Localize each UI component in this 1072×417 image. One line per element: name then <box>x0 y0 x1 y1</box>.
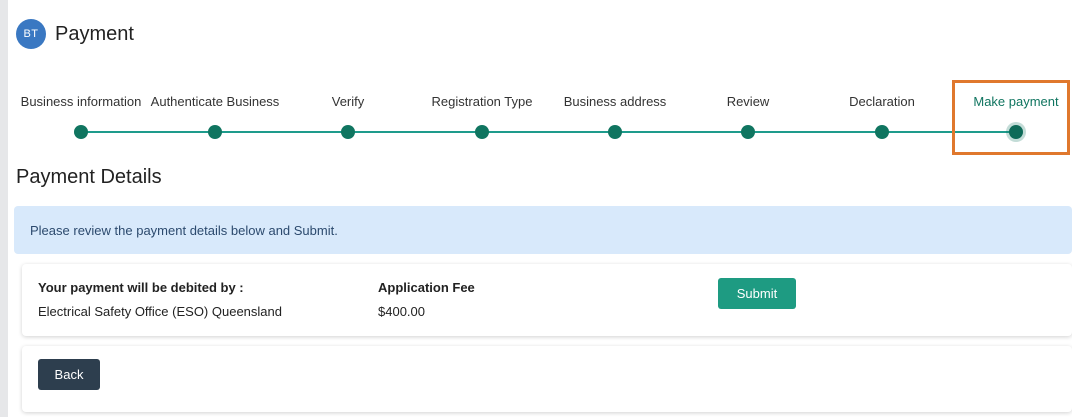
step-review[interactable]: Review <box>678 76 818 139</box>
step-business-address[interactable]: Business address <box>545 76 685 139</box>
step-dot <box>74 125 88 139</box>
application-fee-value: $400.00 <box>378 304 425 319</box>
step-dot <box>741 125 755 139</box>
step-label: Business information <box>20 94 142 109</box>
submit-button[interactable]: Submit <box>718 278 796 309</box>
step-dot <box>608 125 622 139</box>
payment-page: BT Payment Business information Authenti… <box>8 0 1072 417</box>
step-verify[interactable]: Verify <box>278 76 418 139</box>
active-step-highlight <box>952 80 1070 155</box>
step-label: Business address <box>563 94 667 109</box>
debited-by-label: Your payment will be debited by : <box>38 280 244 295</box>
step-label: Registration Type <box>431 94 533 109</box>
debited-by-value: Electrical Safety Office (ESO) Queenslan… <box>38 304 282 319</box>
application-fee-label: Application Fee <box>378 280 475 295</box>
payment-summary-card: Your payment will be debited by : Electr… <box>22 264 1072 336</box>
step-authenticate-business[interactable]: Authenticate Business <box>145 76 285 139</box>
avatar: BT <box>16 19 46 49</box>
step-dot <box>341 125 355 139</box>
step-dot <box>475 125 489 139</box>
info-alert: Please review the payment details below … <box>14 206 1072 254</box>
step-label: Verify <box>331 94 365 109</box>
section-title: Payment Details <box>16 166 162 188</box>
back-button[interactable]: Back <box>38 359 100 390</box>
step-label: Declaration <box>849 94 915 109</box>
step-dot <box>875 125 889 139</box>
step-label: Review <box>726 94 770 109</box>
page-title: Payment <box>55 22 134 45</box>
step-dot <box>208 125 222 139</box>
actions-card: Back <box>22 346 1072 412</box>
step-business-information[interactable]: Business information <box>11 76 151 139</box>
step-declaration[interactable]: Declaration <box>812 76 952 139</box>
progress-stepper: Business information Authenticate Busine… <box>8 76 1072 146</box>
step-label: Authenticate Business <box>150 94 280 109</box>
page-header: BT Payment <box>16 18 134 50</box>
step-registration-type[interactable]: Registration Type <box>412 76 552 139</box>
